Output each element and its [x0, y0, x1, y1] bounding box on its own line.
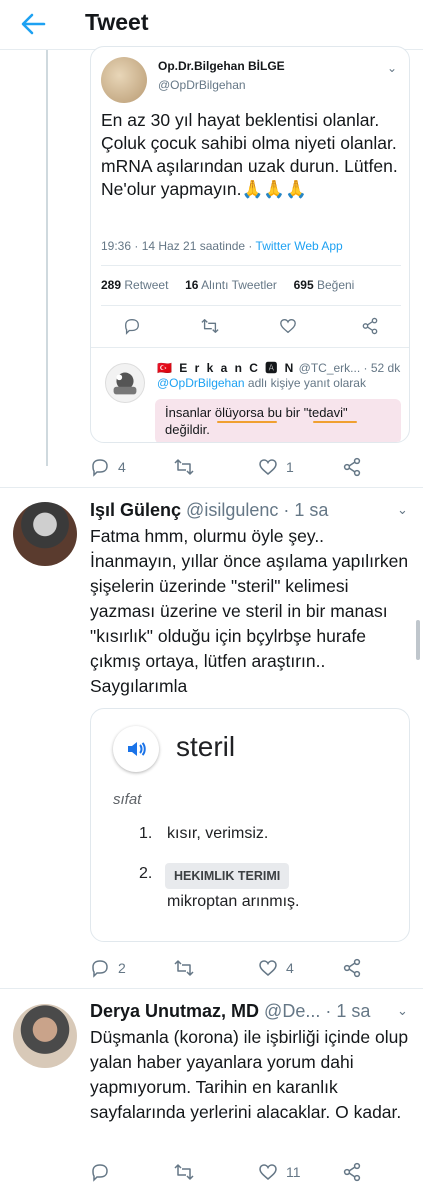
retweet-label[interactable]: Retweet — [124, 278, 168, 292]
chevron-down-icon[interactable]: ⌄ — [397, 502, 408, 518]
tweet-actions: 4 1 — [90, 456, 370, 478]
reply-button[interactable]: 4 — [90, 456, 126, 478]
timestamp-text: 19:36 · 14 Haz 21 saatinde · — [101, 239, 256, 253]
tweet-text: Düşmanla (korona) ile işbirliği içinde o… — [90, 1027, 409, 1122]
definition-number: 2. — [139, 865, 153, 882]
author-name[interactable]: Op.Dr.Bilgehan BİLGE — [158, 59, 285, 73]
speaker-button[interactable] — [113, 726, 159, 772]
like-count: 4 — [286, 960, 294, 976]
quote-count: 16 — [185, 278, 199, 292]
mention-link[interactable]: @OpDrBilgehan — [157, 376, 245, 390]
retweet-icon[interactable] — [201, 317, 219, 335]
share-icon — [343, 457, 361, 477]
tweet-actions: 2 4 — [90, 957, 370, 979]
author-name[interactable]: Derya Unutmaz, MD — [90, 1001, 259, 1021]
divider — [0, 988, 423, 989]
divider — [101, 305, 401, 306]
retweet-button[interactable] — [174, 1161, 194, 1183]
quoted-tweet-actions — [91, 317, 409, 337]
author-handle[interactable]: @isilgulenc · 1 sa — [186, 500, 328, 520]
avatar[interactable] — [101, 57, 147, 103]
like-button[interactable]: 11 — [258, 1161, 301, 1183]
reply-context: @OpDrBilgehan adlı kişiye yanıt olarak — [157, 376, 366, 390]
quote-label[interactable]: Alıntı Tweetler — [201, 278, 277, 292]
reply-author-name[interactable]: 🇹🇷 E r k a n C 🅰 N — [157, 361, 295, 375]
like-label[interactable]: Beğeni — [317, 278, 354, 292]
tweet-author: Derya Unutmaz, MD @De... · 1 sa — [90, 1001, 370, 1022]
scrollbar[interactable] — [416, 620, 420, 660]
divider — [0, 487, 423, 488]
reply-author: 🇹🇷 E r k a n C 🅰 N @TC_erk... · 52 dk — [157, 359, 400, 376]
like-button[interactable]: 1 — [258, 456, 294, 478]
like-icon — [259, 960, 277, 976]
retweet-icon — [174, 1164, 194, 1180]
divider — [91, 347, 409, 348]
share-button[interactable] — [342, 957, 362, 979]
retweet-count: 289 — [101, 278, 122, 292]
dictionary-word: steril — [176, 731, 236, 762]
like-count: 11 — [286, 1164, 301, 1180]
definition-number: 1. — [139, 825, 153, 842]
share-icon — [343, 1162, 361, 1182]
source-link[interactable]: Twitter Web App — [256, 239, 343, 253]
reply-icon — [92, 1164, 108, 1182]
definition-tag: HEKIMLIK TERIMI — [165, 863, 290, 889]
reply-icon — [92, 960, 108, 978]
retweet-button[interactable] — [174, 957, 194, 979]
embedded-tweet-image[interactable]: Op.Dr.Bilgehan BİLGE @OpDrBilgehan ⌄ En … — [90, 46, 410, 443]
speaker-icon — [128, 742, 146, 756]
reply-icon[interactable] — [123, 317, 141, 335]
divider — [101, 265, 401, 266]
like-icon[interactable] — [279, 317, 297, 335]
share-icon[interactable] — [361, 317, 379, 335]
reply-context-text: adlı kişiye yanıt olarak — [244, 376, 366, 390]
like-icon — [259, 459, 277, 475]
author-handle[interactable]: @De... · 1 sa — [264, 1001, 370, 1021]
underline-mark — [217, 421, 277, 423]
reply-count: 2 — [118, 960, 126, 976]
reply-text-line: İnsanlar ölüyorsa bu bir "tedavi" — [165, 405, 348, 420]
reply-text-highlight: İnsanlar ölüyorsa bu bir "tedavi" değild… — [155, 399, 401, 442]
retweet-button[interactable] — [174, 456, 194, 478]
chevron-down-icon[interactable]: ⌄ — [387, 61, 397, 75]
reply-button[interactable] — [90, 1161, 110, 1183]
tweet-actions: 11 — [90, 1161, 370, 1183]
tweet-timestamp: 19:36 · 14 Haz 21 saatinde · Twitter Web… — [101, 239, 343, 253]
thread-line — [46, 50, 48, 466]
page-title: Tweet — [85, 9, 149, 35]
like-count: 695 — [293, 278, 314, 292]
chevron-down-icon[interactable]: ⌄ — [397, 1003, 408, 1019]
author-name[interactable]: Işıl Gülenç — [90, 500, 181, 520]
reply-icon — [92, 459, 108, 477]
underline-mark — [313, 421, 357, 423]
back-arrow-icon[interactable] — [20, 12, 46, 36]
part-of-speech: sıfat — [113, 791, 142, 808]
avatar[interactable] — [105, 363, 145, 403]
avatar[interactable] — [13, 502, 77, 566]
reply-handle[interactable]: @TC_erk... · 52 dk — [299, 361, 401, 375]
like-icon — [259, 1164, 277, 1180]
tweet-text: En az 30 yıl hayat beklentisi olanlar. Ç… — [101, 110, 398, 199]
author-handle[interactable]: @OpDrBilgehan — [158, 78, 246, 92]
like-button[interactable]: 4 — [258, 957, 294, 979]
like-count: 1 — [286, 459, 294, 475]
retweet-icon — [174, 960, 194, 976]
dictionary-card-image[interactable]: steril sıfat 1. kısır, verimsiz. 2. HEKI… — [90, 708, 410, 942]
retweet-icon — [174, 459, 194, 475]
top-bar: Tweet — [0, 0, 423, 50]
definition-text: mikroptan arınmış. — [167, 893, 300, 910]
reply-count: 4 — [118, 459, 126, 475]
avatar[interactable] — [13, 1004, 77, 1068]
tweet-text: Fatma hmm, olurmu öyle şey.. İnanmayın, … — [90, 526, 409, 696]
share-icon — [343, 958, 361, 978]
reply-text-line: değildir. — [165, 422, 210, 437]
share-button[interactable] — [342, 1161, 362, 1183]
definition-text: kısır, verimsiz. — [167, 825, 269, 842]
reply-button[interactable]: 2 — [90, 957, 126, 979]
tweet-author: Işıl Gülenç @isilgulenc · 1 sa — [90, 500, 328, 521]
tweet-stats: 289 Retweet 16 Alıntı Tweetler 695 Beğen… — [101, 278, 354, 292]
share-button[interactable] — [342, 456, 362, 478]
